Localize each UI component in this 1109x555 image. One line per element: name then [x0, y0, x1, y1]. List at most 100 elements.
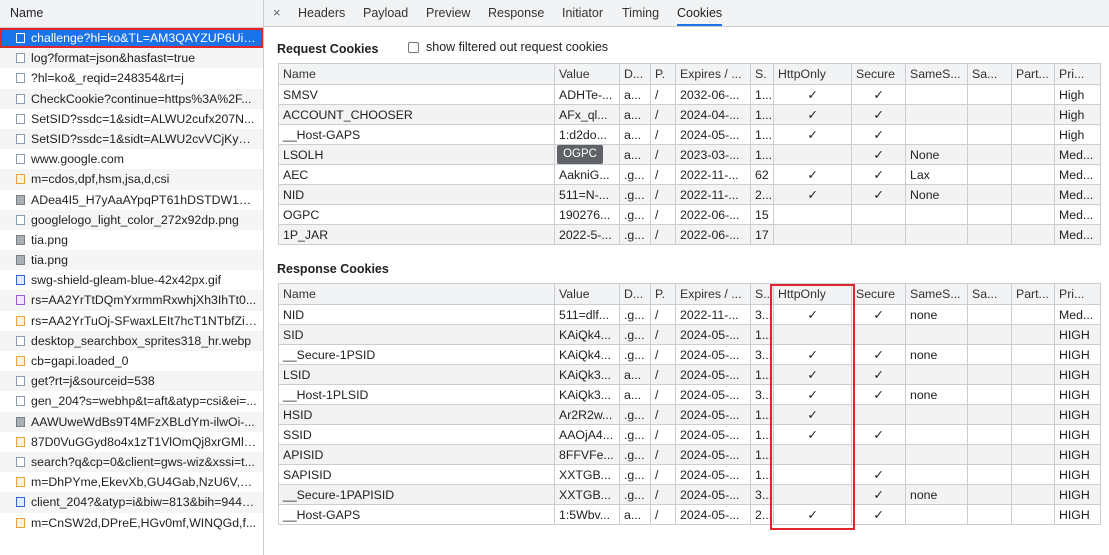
cookie-row[interactable]: LSID KAiQk3... a.../2024-05-... 1... ✓ ✓ HIGH [278, 364, 1101, 385]
request-row[interactable]: m=cdos,dpf,hsm,jsa,d,csi [0, 169, 263, 190]
tab-headers[interactable]: Headers [298, 0, 345, 26]
cookie-cell: KAiQk3... [554, 364, 620, 385]
column-header[interactable]: D... [619, 63, 651, 85]
column-header[interactable]: Part... [1011, 63, 1055, 85]
request-row[interactable]: ?hl=ko&_reqid=248354&rt=j [0, 68, 263, 88]
request-row[interactable]: tia.png [0, 250, 263, 271]
cookie-row[interactable]: __Host-GAPS 1:d2do... a.../2024-05-... 1...… [278, 124, 1101, 145]
column-header[interactable]: Value [554, 63, 620, 85]
column-header[interactable]: Sa... [967, 283, 1012, 305]
cookie-row[interactable]: AEC AakniG... .g.../2022-11-... 62 ✓ ✓ Lax Med.… [278, 164, 1101, 185]
request-row[interactable]: CheckCookie?continue=https%3A%2F... [0, 88, 263, 109]
request-row[interactable]: tia.png [0, 230, 263, 250]
close-icon[interactable]: × [273, 0, 281, 26]
request-row[interactable]: AAWUweWdBs9T4MFzXBLdYm-ilwOi-... [0, 411, 263, 432]
request-row[interactable]: ADea4I5_H7yAaAYpqPT61hDSTDW1AX... [0, 190, 263, 210]
cookie-row[interactable]: SID KAiQk4... .g.../2024-05-... 1... HIGH [278, 324, 1101, 345]
show-filtered-checkbox[interactable] [408, 42, 419, 53]
cookie-row[interactable]: HSID Ar2R2w... .g.../2024-05-... 1... ✓ HIGH [278, 404, 1101, 425]
column-header[interactable]: Name [278, 63, 555, 85]
column-header[interactable]: Secure [851, 283, 906, 305]
tab-initiator[interactable]: Initiator [562, 0, 603, 26]
tab-payload[interactable]: Payload [363, 0, 408, 26]
cookie-row[interactable]: LSOLH a.../2023-03-... 1... ✓ None Med... [278, 144, 1101, 165]
column-header[interactable]: Sa... [967, 63, 1012, 85]
request-row[interactable]: m=DhPYme,EkevXb,GU4Gab,NzU6V,aa... [0, 472, 263, 492]
request-row[interactable]: www.google.com [0, 149, 263, 169]
cookie-row[interactable]: APISID 8FFVFe... .g.../2024-05-... 1... HIGH [278, 444, 1101, 465]
column-header[interactable]: Expires / ... [675, 283, 751, 305]
cookie-row[interactable]: ACCOUNT_CHOOSER AFx_ql... a.../2024-04-...… [278, 104, 1101, 125]
column-header[interactable]: Part... [1011, 283, 1055, 305]
cookie-row[interactable]: NID 511=N-... .g.../2022-11-... 2... ✓ ✓ None M… [278, 184, 1101, 205]
cookie-row[interactable]: __Host-1PLSID KAiQk3... a.../2024-05-... 3.… [278, 384, 1101, 405]
cookie-row[interactable]: SAPISID XXTGB... .g.../2024-05-... 1... ✓ HIG… [278, 464, 1101, 485]
column-header[interactable]: D... [619, 283, 651, 305]
cookie-cell: 2022-06-... [675, 204, 751, 225]
request-row[interactable]: desktop_searchbox_sprites318_hr.webp [0, 330, 263, 351]
request-row[interactable]: get?rt=j&sourceid=538 [0, 371, 263, 392]
cookie-cell: / [650, 324, 676, 345]
cookie-cell [967, 384, 1012, 405]
column-header[interactable]: P. [650, 63, 676, 85]
column-header[interactable]: SameS... [905, 63, 968, 85]
request-row[interactable]: client_204?&atyp=i&biw=813&bih=944&... [0, 492, 263, 513]
column-header[interactable]: Value [554, 283, 620, 305]
cookie-cell: HIGH [1054, 464, 1101, 485]
cookie-cell: none [905, 344, 968, 365]
cookie-row[interactable]: __Secure-1PSID KAiQk4... .g.../2024-05-...… [278, 344, 1101, 365]
cookie-cell: XXTGB... [554, 464, 620, 485]
request-row[interactable]: googlelogo_light_color_272x92dp.png [0, 209, 263, 230]
tab-timing[interactable]: Timing [622, 0, 659, 26]
cookie-cell: 2023-03-... [675, 144, 751, 165]
cookie-cell: 2024-05-... [675, 324, 751, 345]
cookie-cell [1011, 124, 1055, 145]
cookie-cell: 2024-05-... [675, 464, 751, 485]
column-header[interactable]: SameS... [905, 283, 968, 305]
cookie-row[interactable]: 1P_JAR 2022-5-... .g.../2022-06-... 17 Med..… [278, 224, 1101, 245]
request-row[interactable]: search?q&cp=0&client=gws-wiz&xssi=t... [0, 451, 263, 473]
request-row[interactable]: log?format=json&hasfast=true [0, 48, 263, 69]
column-header[interactable]: Secure [851, 63, 906, 85]
request-row[interactable]: rs=AA2YrTtDQmYxrmmRxwhjXh3IhTt0... [0, 290, 263, 311]
cookie-row[interactable]: __Secure-1PAPISID XXTGB... .g.../2024-05-.… [278, 484, 1101, 505]
request-row[interactable]: SetSID?ssdc=1&sidt=ALWU2cvVCjKym... [0, 128, 263, 150]
column-header[interactable]: Name [278, 283, 555, 305]
show-filtered-label[interactable]: show filtered out request cookies [426, 40, 608, 54]
request-row[interactable]: gen_204?s=webhp&t=aft&atyp=csi&ei=... [0, 391, 263, 411]
cookie-row[interactable]: NID 511=dlf... .g.../2022-11-... 3... ✓ ✓ none… [278, 304, 1101, 325]
cookie-cell: / [650, 184, 676, 205]
cookie-row[interactable]: SSID AAOjA4... .g.../2024-05-... 1... ✓ ✓ HIGH [278, 424, 1101, 445]
request-row[interactable]: swg-shield-gleam-blue-42x42px.gif [0, 270, 263, 290]
request-row[interactable]: cb=gapi.loaded_0 [0, 351, 263, 371]
script-icon [16, 477, 25, 488]
request-name: search?q&cp=0&client=gws-wiz&xssi=t... [31, 454, 255, 469]
tab-cookies[interactable]: Cookies [677, 0, 723, 26]
column-header[interactable]: Expires / ... [675, 63, 751, 85]
cookie-cell: ✓ [773, 124, 852, 145]
tab-preview[interactable]: Preview [426, 0, 470, 26]
request-row[interactable]: SetSID?ssdc=1&sidt=ALWU2cufx207N... [0, 109, 263, 129]
cookie-cell [1011, 304, 1055, 325]
column-header[interactable]: HttpOnly [773, 63, 852, 85]
cookie-row[interactable]: SMSV ADHTe-... a.../2032-06-... 1... ✓ ✓ High [278, 84, 1101, 105]
tab-response[interactable]: Response [488, 0, 544, 26]
request-name: tia.png [31, 232, 68, 247]
cookie-row[interactable]: __Host-GAPS 1:5Wbv... a.../2024-05-... 2...… [278, 504, 1101, 525]
request-row[interactable]: m=CnSW2d,DPreE,HGv0mf,WINQGd,f... [0, 513, 263, 533]
cookie-cell [967, 404, 1012, 425]
request-row[interactable]: challenge?hl=ko&TL=AM3QAYZUP6Ui4... [0, 28, 263, 49]
cookie-cell: KAiQk3... [554, 384, 620, 405]
column-header[interactable]: Pri... [1054, 283, 1101, 305]
column-header[interactable]: S. [750, 63, 774, 85]
cookie-cell: a... [619, 504, 651, 525]
name-column-header[interactable]: Name [0, 0, 263, 28]
cookie-cell [851, 404, 906, 425]
request-row[interactable]: 87D0VuGGyd8o4x1zT1VlOmQj8xrGMl1... [0, 432, 263, 452]
cookie-cell: ✓ [851, 144, 906, 165]
column-header[interactable]: P. [650, 283, 676, 305]
column-header[interactable]: Pri... [1054, 63, 1101, 85]
request-row[interactable]: rs=AA2YrTuOj-SFwaxLEIt7hcT1NTbfZiP... [0, 311, 263, 331]
cookie-row[interactable]: OGPC 190276... .g.../2022-06-... 15 Med... [278, 204, 1101, 225]
cookie-cell: .g... [619, 444, 651, 465]
